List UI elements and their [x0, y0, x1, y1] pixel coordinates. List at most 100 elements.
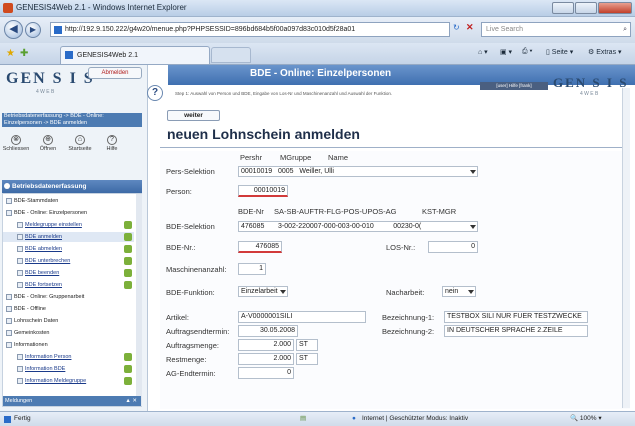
toolbar-schliessen-button[interactable]: ⊗ Schliessen — [2, 135, 30, 152]
bez2-field[interactable]: IN DEUTSCHER SPRACHE 2.ZEILE — [444, 325, 588, 337]
nav-item[interactable]: BDE abmelden — [3, 244, 134, 254]
nav-item[interactable]: BDE fortsetzen — [3, 280, 134, 290]
url-input[interactable]: http://192.9.150.222/g4w20/menue.php?PHP… — [50, 22, 450, 37]
los-nr-field[interactable]: 0 — [428, 241, 478, 253]
favorites-star-icon[interactable]: ★ — [6, 48, 15, 59]
nav-item[interactable]: Lohnschein Daten — [3, 316, 134, 326]
ag-endtermin-field[interactable]: 0 — [238, 367, 294, 379]
toolbar-hilfe-button[interactable]: ? Hilfe — [98, 135, 126, 152]
run-icon[interactable] — [124, 257, 132, 265]
nav-item-label: BDE-Stammdaten — [14, 198, 59, 204]
run-icon[interactable] — [124, 365, 132, 373]
toolbar-label: Schliessen — [2, 146, 30, 152]
user-help-box[interactable]: [user] Hilfe [frank] — [480, 82, 548, 90]
search-input[interactable]: Live Search ⌕ — [481, 22, 631, 37]
add-favorites-icon[interactable]: ✚ — [20, 48, 28, 59]
col-kst-header: KST-MGR — [422, 207, 457, 216]
zoom-level[interactable]: 🔍 100% ▾ — [570, 412, 602, 426]
back-arrow-icon[interactable]: ◀ — [4, 20, 23, 39]
nav-item[interactable]: Informationen — [3, 340, 134, 350]
run-icon[interactable] — [124, 353, 132, 361]
home-icon[interactable]: ⌂ ▾ — [478, 48, 488, 56]
pers-sel-name: Weiller, Ulli — [299, 168, 334, 175]
nav-item[interactable]: BDE beenden — [3, 268, 134, 278]
tab-label: GENESIS4Web 2.1 — [77, 52, 138, 59]
toolbar-label: Öffnen — [39, 146, 57, 152]
bde-selektion-select[interactable]: 476085 3-002-220007-000-003-00-010 00230… — [238, 221, 478, 232]
nav-item[interactable]: BDE-Stammdaten — [3, 196, 134, 206]
nav-item[interactable]: Meldegruppe einstellen — [3, 220, 134, 230]
nav-item[interactable]: Information Person — [3, 352, 134, 362]
section-header[interactable]: Betriebsdatenerfassung — [2, 180, 142, 193]
nav-item[interactable]: Gemeinkosten — [3, 328, 134, 338]
feeds-icon[interactable]: ▣ ▾ — [500, 48, 512, 56]
nav-item[interactable]: Information BDE — [3, 364, 134, 374]
person-field[interactable]: 00010019 — [238, 185, 288, 197]
run-icon[interactable] — [124, 245, 132, 253]
url-text: http://192.9.150.222/g4w20/menue.php?PHP… — [65, 26, 356, 33]
nacharbeit-select[interactable]: nein — [442, 286, 476, 297]
nav-tree: Meldungen ▲ ✕ BDE-Stammdaten BDE - Online… — [2, 193, 142, 407]
menge-field[interactable]: 2.000 — [238, 339, 294, 351]
stop-icon[interactable]: ✕ — [466, 22, 474, 33]
bez1-field[interactable]: TESTBOX SILI NUR FUER TESTZWECKE — [444, 311, 588, 323]
left-toolbar: ⊗ Schliessen ⊕ Öffnen ⌂ Startseite? Hilfe — [2, 135, 142, 159]
bez2-label: Bezeichnung-2: — [382, 327, 435, 336]
new-tab-button[interactable] — [211, 47, 251, 63]
ie-app-icon — [3, 3, 13, 13]
toolbar-startseite-button[interactable]: ⌂ Startseite — [66, 135, 94, 152]
tab-page-icon — [65, 51, 73, 59]
page-icon — [17, 257, 23, 264]
nav-item-label: Gemeinkosten — [14, 330, 50, 336]
folder-icon — [6, 329, 12, 336]
minimize-button[interactable] — [552, 2, 574, 14]
tab-genesis[interactable]: GENESIS4Web 2.1 — [60, 46, 210, 64]
pers-sel-mgruppe: 0005 — [278, 168, 294, 175]
bde-funktion-select[interactable]: Einzelarbeit — [238, 286, 288, 297]
nav-item[interactable]: BDE - Online: Einzelpersonen — [3, 208, 134, 218]
run-icon[interactable] — [124, 281, 132, 289]
search-placeholder: Live Search — [486, 26, 523, 33]
tools-menu[interactable]: ⚙ Extras ▾ — [588, 48, 622, 56]
pers-selektion-select[interactable]: 00010019 0005 Weiller, Ulli — [238, 166, 478, 177]
page-menu-label: Seite — [551, 49, 568, 56]
bde-nr-field[interactable]: 476085 — [238, 241, 282, 253]
nav-item[interactable]: Information Meldegruppe — [3, 376, 134, 386]
help-icon[interactable]: ? — [147, 85, 163, 101]
security-zone[interactable]: Internet | Geschützter Modus: Inaktiv — [362, 412, 468, 426]
toolbar-ffnen-button[interactable]: ⊕ Öffnen — [34, 135, 62, 152]
nav-item[interactable]: BDE - Offline — [3, 304, 134, 314]
page-menu[interactable]: ▯ Seite ▾ — [546, 48, 573, 56]
chevron-down-icon — [470, 170, 476, 174]
chevron-icon[interactable]: ▲ ✕ — [125, 396, 137, 406]
page-scrollbar[interactable] — [622, 88, 630, 408]
search-icon[interactable]: ⌕ — [623, 23, 627, 36]
run-icon[interactable] — [124, 269, 132, 277]
nav-item[interactable]: BDE anmelden — [3, 232, 134, 242]
nav-item-label: Informationen — [14, 342, 48, 348]
run-icon[interactable] — [124, 221, 132, 229]
run-icon[interactable] — [124, 233, 132, 241]
logout-button[interactable]: Abmelden — [88, 67, 142, 79]
rest-field[interactable]: 2.000 — [238, 353, 294, 365]
weiter-button[interactable]: weiter — [167, 110, 220, 121]
termin-field[interactable]: 30.05.2008 — [238, 325, 298, 337]
col-name-header: Name — [328, 153, 349, 162]
folder-icon — [6, 305, 12, 312]
nav-item-label: BDE beenden — [25, 270, 60, 276]
close-button[interactable] — [598, 2, 632, 14]
maschinen-field[interactable]: 1 — [238, 263, 266, 275]
logo-text: GEN S I S — [6, 70, 95, 87]
forward-arrow-icon[interactable]: ▶ — [25, 22, 41, 38]
messages-bar[interactable]: Meldungen ▲ ✕ — [3, 396, 141, 406]
maximize-button[interactable] — [575, 2, 597, 14]
run-icon[interactable] — [124, 377, 132, 385]
pers-sel-persnr: 00010019 — [241, 168, 273, 175]
collapse-icon[interactable] — [4, 183, 10, 189]
nav-scrollbar[interactable] — [136, 194, 142, 406]
refresh-icon[interactable]: ↻ — [453, 23, 460, 32]
print-icon[interactable]: ⎙ ▾ — [522, 48, 533, 56]
nav-item[interactable]: BDE unterbrechen — [3, 256, 134, 266]
artikel-field[interactable]: A-V0000001SILI — [238, 311, 366, 323]
nav-item[interactable]: BDE - Online: Gruppenarbeit — [3, 292, 134, 302]
